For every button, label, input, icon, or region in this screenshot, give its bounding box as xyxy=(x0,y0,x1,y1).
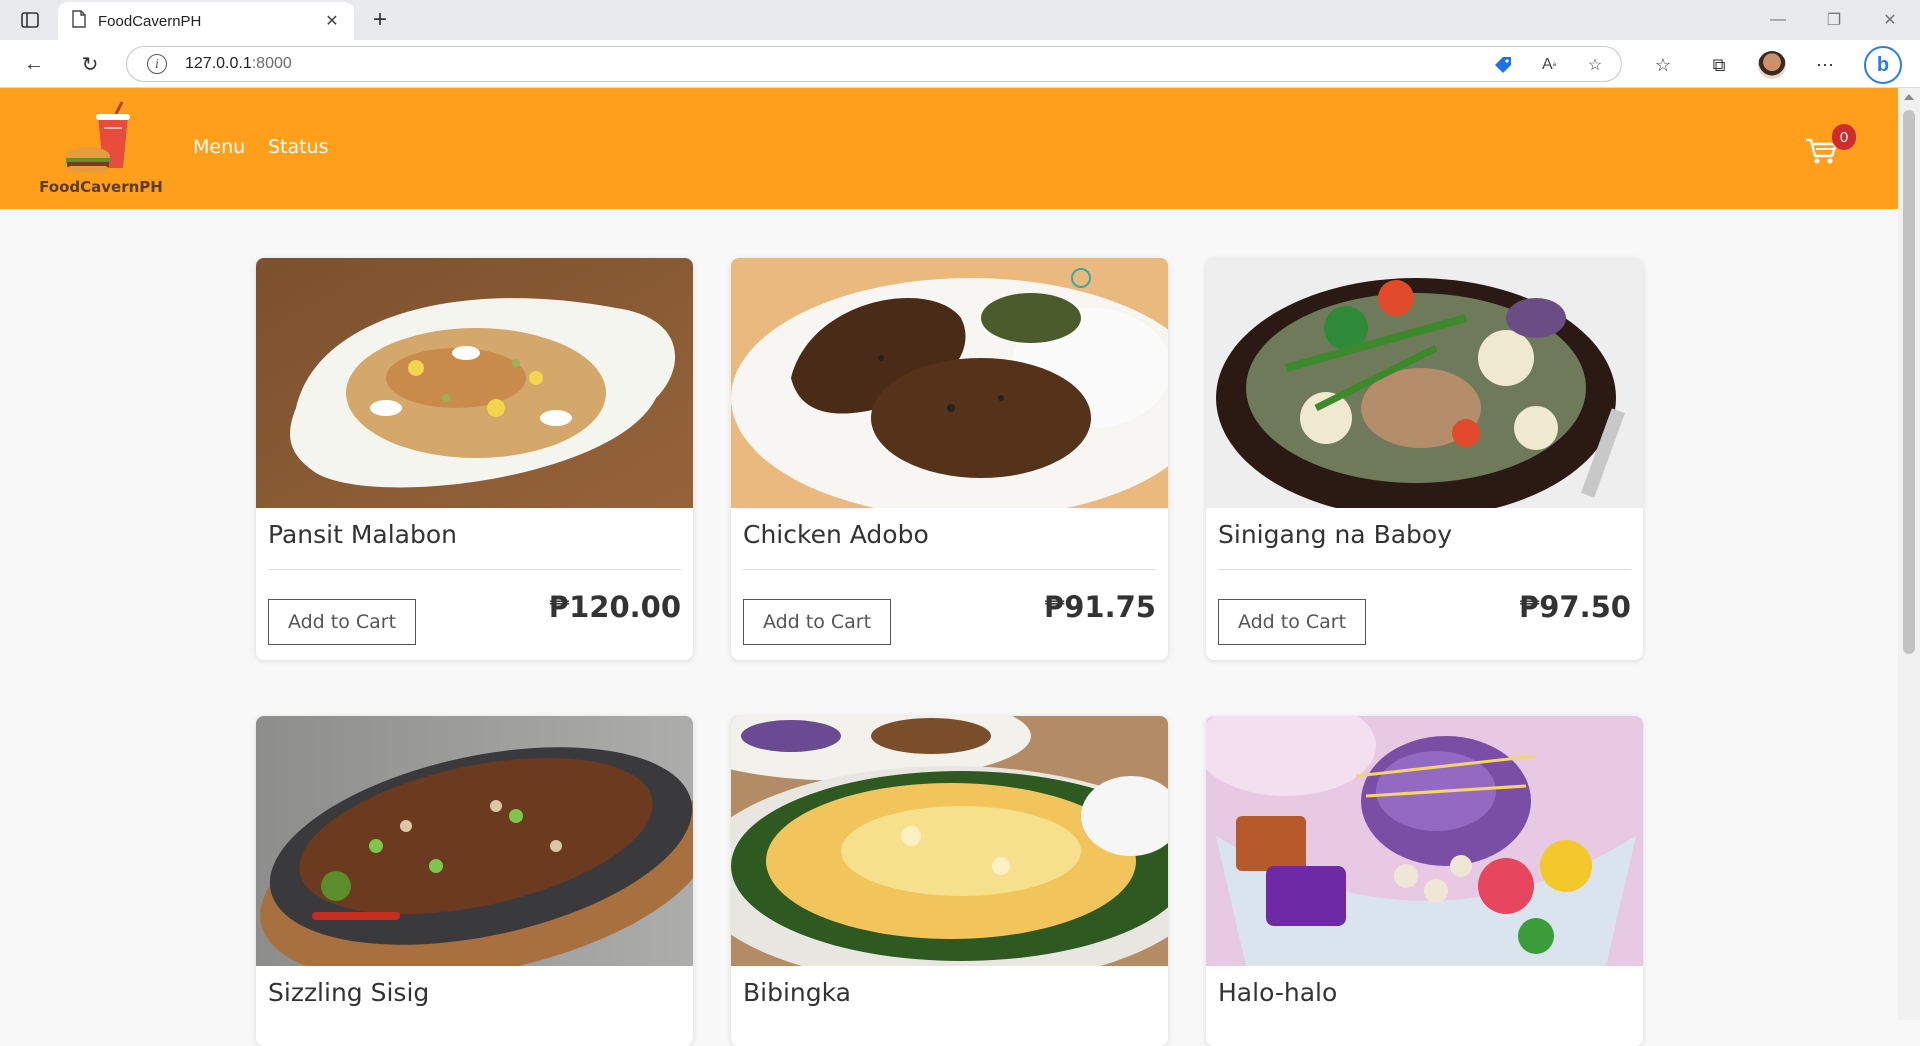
product-image-halo-halo xyxy=(1206,716,1643,966)
product-image-chicken-adobo xyxy=(731,258,1168,518)
product-card: Bibingka xyxy=(731,716,1168,1046)
product-price: ₱97.50 xyxy=(1519,590,1631,624)
card-divider xyxy=(268,569,681,570)
card-divider xyxy=(1218,569,1631,570)
close-tab-icon[interactable]: ✕ xyxy=(318,7,346,35)
cart-count-badge: 0 xyxy=(1832,124,1856,150)
product-price: ₱120.00 xyxy=(548,590,681,624)
product-name: Chicken Adobo xyxy=(743,520,929,549)
more-options-icon[interactable]: ⋯ xyxy=(1808,48,1842,82)
site-info-icon[interactable]: i xyxy=(147,54,167,74)
product-image-sizzling-sisig xyxy=(256,716,693,981)
refresh-icon[interactable]: ↻ xyxy=(74,48,106,80)
product-image-bibingka xyxy=(731,716,1168,986)
nav-status-link[interactable]: Status xyxy=(268,136,329,158)
card-divider xyxy=(743,569,1156,570)
product-image-pansit-malabon xyxy=(256,258,693,508)
product-name: Sizzling Sisig xyxy=(268,978,430,1007)
site-header: FoodCavernPH Menu Status 0 xyxy=(0,88,1898,209)
browser-tab[interactable]: FoodCavernPH ✕ xyxy=(58,2,354,40)
close-window-icon[interactable]: ✕ xyxy=(1862,0,1918,40)
product-card: Halo-halo xyxy=(1206,716,1643,1046)
product-card: Chicken Adobo Add to Cart ₱91.75 xyxy=(731,258,1168,660)
new-tab-icon[interactable]: + xyxy=(366,6,394,34)
browser-toolbar: ← ↻ i 127.0.0.1:8000 Aᵃ ☆ ☆ ⧉ ⋯ b xyxy=(0,40,1920,88)
add-to-cart-button[interactable]: Add to Cart xyxy=(1218,599,1366,645)
add-to-cart-button[interactable]: Add to Cart xyxy=(268,599,416,645)
scrollbar-thumb[interactable] xyxy=(1903,110,1915,654)
nav-menu-link[interactable]: Menu xyxy=(193,136,245,158)
product-card: Sizzling Sisig xyxy=(256,716,693,1046)
price-tag-icon[interactable] xyxy=(1491,53,1515,77)
logo-drink-burger-icon xyxy=(66,101,130,172)
browser-tab-bar: FoodCavernPH ✕ + — ❐ ✕ xyxy=(0,0,1920,40)
product-image-sinigang-na-baboy xyxy=(1206,258,1643,518)
back-icon[interactable]: ← xyxy=(18,48,50,80)
url-text: 127.0.0.1:8000 xyxy=(185,55,292,72)
collections-icon[interactable]: ⧉ xyxy=(1702,48,1736,82)
logo-text: FoodCavernPH xyxy=(39,178,163,196)
read-aloud-icon[interactable]: Aᵃ xyxy=(1537,53,1561,77)
bing-icon[interactable]: b xyxy=(1864,46,1902,84)
restore-icon[interactable]: ❐ xyxy=(1806,0,1862,40)
product-name: Pansit Malabon xyxy=(268,520,458,549)
tab-title: FoodCavernPH xyxy=(98,12,202,30)
product-card: Pansit Malabon Add to Cart ₱120.00 xyxy=(256,258,693,660)
favorites-icon[interactable]: ☆ xyxy=(1646,48,1680,82)
product-name: Halo-halo xyxy=(1218,978,1338,1007)
add-to-cart-button[interactable]: Add to Cart xyxy=(743,599,891,645)
site-logo[interactable]: FoodCavernPH xyxy=(36,98,166,202)
tab-actions-icon[interactable] xyxy=(14,8,46,32)
product-name: Sinigang na Baboy xyxy=(1218,520,1452,549)
profile-avatar[interactable] xyxy=(1758,51,1786,79)
minimize-icon[interactable]: — xyxy=(1750,0,1806,40)
page-scrollbar[interactable] xyxy=(1898,88,1920,1020)
product-price: ₱91.75 xyxy=(1044,590,1156,624)
page-icon xyxy=(72,9,86,33)
product-name: Bibingka xyxy=(743,978,851,1007)
address-bar[interactable]: i 127.0.0.1:8000 Aᵃ ☆ xyxy=(126,46,1622,82)
product-card: Sinigang na Baboy Add to Cart ₱97.50 xyxy=(1206,258,1643,660)
add-favorite-icon[interactable]: ☆ xyxy=(1583,53,1607,77)
scroll-up-arrow-icon[interactable] xyxy=(1904,94,1914,100)
